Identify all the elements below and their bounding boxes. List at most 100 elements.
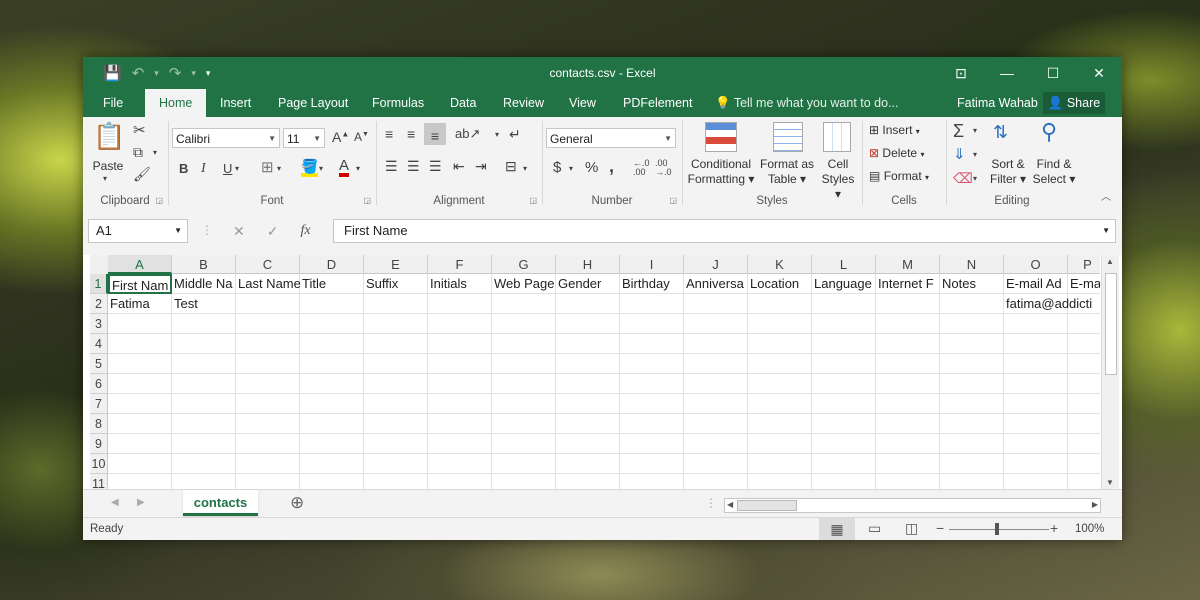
tab-formulas[interactable]: Formulas (372, 89, 424, 117)
column-header-d[interactable]: D (300, 255, 364, 274)
cell-e8[interactable] (364, 414, 428, 434)
decrease-font-size-icon[interactable]: A▼ (354, 131, 369, 143)
clear-eraser-icon[interactable]: ⌫ (953, 171, 973, 185)
user-name[interactable]: Fatima Wahab (957, 89, 1038, 117)
cell-e9[interactable] (364, 434, 428, 454)
tab-pdfelement[interactable]: PDFelement (623, 89, 692, 117)
cell-c6[interactable] (236, 374, 300, 394)
merge-dropdown-icon[interactable]: ▾ (523, 165, 527, 173)
worksheet-grid[interactable]: A B C D E F G H I J K L M N O P 1 First Nam Middle Na Last … (90, 255, 1100, 489)
cell-m1[interactable]: Internet F (876, 274, 940, 294)
cell-o4[interactable] (1004, 334, 1068, 354)
cell-n9[interactable] (940, 434, 1004, 454)
row-header-5[interactable]: 5 (90, 354, 108, 374)
cell-p1[interactable]: E-ma (1068, 274, 1100, 294)
tab-file[interactable]: File (103, 89, 123, 117)
cell-i7[interactable] (620, 394, 684, 414)
cell-k5[interactable] (748, 354, 812, 374)
cell-o1[interactable]: E-mail Ad (1004, 274, 1068, 294)
cell-l11[interactable] (812, 474, 876, 489)
cell-g3[interactable] (492, 314, 556, 334)
cell-e6[interactable] (364, 374, 428, 394)
cell-l7[interactable] (812, 394, 876, 414)
paste-label[interactable]: Paste (91, 159, 125, 174)
cell-e2[interactable] (364, 294, 428, 314)
cell-h11[interactable] (556, 474, 620, 489)
align-bottom-icon[interactable]: ≡ (424, 123, 446, 145)
font-color-dropdown-icon[interactable]: ▾ (356, 165, 360, 173)
cell-d5[interactable] (300, 354, 364, 374)
cell-n3[interactable] (940, 314, 1004, 334)
cell-g11[interactable] (492, 474, 556, 489)
currency-button[interactable]: $ (553, 160, 561, 175)
cell-l8[interactable] (812, 414, 876, 434)
cell-d4[interactable] (300, 334, 364, 354)
cell-a9[interactable] (108, 434, 172, 454)
underline-button[interactable]: U (223, 162, 232, 175)
cell-l9[interactable] (812, 434, 876, 454)
comma-button[interactable]: , (609, 157, 614, 175)
cell-n2[interactable] (940, 294, 1004, 314)
cell-o6[interactable] (1004, 374, 1068, 394)
cell-d10[interactable] (300, 454, 364, 474)
zoom-slider-track[interactable] (949, 529, 1049, 530)
column-header-b[interactable]: B (172, 255, 236, 274)
cell-p10[interactable] (1068, 454, 1100, 474)
page-break-view-icon[interactable]: ◫ (905, 520, 918, 537)
cell-f6[interactable] (428, 374, 492, 394)
row-header-6[interactable]: 6 (90, 374, 108, 394)
cell-p8[interactable] (1068, 414, 1100, 434)
cell-g10[interactable] (492, 454, 556, 474)
cell-b10[interactable] (172, 454, 236, 474)
cell-h1[interactable]: Gender (556, 274, 620, 294)
cell-e10[interactable] (364, 454, 428, 474)
cell-a10[interactable] (108, 454, 172, 474)
cell-c8[interactable] (236, 414, 300, 434)
cell-i6[interactable] (620, 374, 684, 394)
resize-handle-icon[interactable]: ⋮ (201, 224, 213, 236)
cell-o5[interactable] (1004, 354, 1068, 374)
column-header-p[interactable]: P (1068, 255, 1100, 274)
row-header-2[interactable]: 2 (90, 294, 108, 314)
font-color-icon[interactable]: A (339, 158, 350, 177)
cell-c1[interactable]: Last Name (236, 274, 301, 294)
cell-f11[interactable] (428, 474, 492, 489)
cell-h6[interactable] (556, 374, 620, 394)
cell-m10[interactable] (876, 454, 940, 474)
cell-p11[interactable] (1068, 474, 1100, 489)
cell-k7[interactable] (748, 394, 812, 414)
autosum-dropdown-icon[interactable]: ▾ (973, 127, 977, 135)
cell-b4[interactable] (172, 334, 236, 354)
cell-n4[interactable] (940, 334, 1004, 354)
cell-e5[interactable] (364, 354, 428, 374)
cell-g8[interactable] (492, 414, 556, 434)
increase-indent-icon[interactable]: ⇥ (475, 159, 487, 173)
tab-review[interactable]: Review (503, 89, 544, 117)
cell-m5[interactable] (876, 354, 940, 374)
cell-j8[interactable] (684, 414, 748, 434)
cell-f1[interactable]: Initials (428, 274, 492, 294)
increase-decimal-icon[interactable]: ←.0.00 (633, 159, 650, 177)
scroll-right-icon[interactable]: ▶ (1092, 499, 1098, 511)
autosum-icon[interactable]: Σ (953, 122, 964, 140)
cell-a5[interactable] (108, 354, 172, 374)
cell-o3[interactable] (1004, 314, 1068, 334)
tab-view[interactable]: View (569, 89, 596, 117)
cell-l6[interactable] (812, 374, 876, 394)
vertical-scroll-thumb[interactable] (1105, 273, 1117, 375)
format-painter-icon[interactable]: 🖌 (133, 167, 151, 181)
wrap-text-icon[interactable]: ↵ (509, 127, 521, 141)
row-header-7[interactable]: 7 (90, 394, 108, 414)
cell-b8[interactable] (172, 414, 236, 434)
cell-a7[interactable] (108, 394, 172, 414)
cell-n7[interactable] (940, 394, 1004, 414)
cell-p4[interactable] (1068, 334, 1100, 354)
cell-i1[interactable]: Birthday (620, 274, 684, 294)
align-top-icon[interactable]: ≡ (385, 127, 393, 141)
cell-k4[interactable] (748, 334, 812, 354)
row-header-4[interactable]: 4 (90, 334, 108, 354)
cell-f10[interactable] (428, 454, 492, 474)
column-header-l[interactable]: L (812, 255, 876, 274)
cell-i11[interactable] (620, 474, 684, 489)
cell-b5[interactable] (172, 354, 236, 374)
